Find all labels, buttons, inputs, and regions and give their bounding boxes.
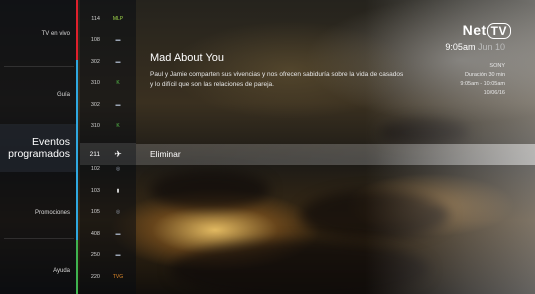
channel-row[interactable]: 108 ▬ [80,32,136,49]
channel-row[interactable]: 220 TVG [80,268,136,285]
channel-number: 108 [90,37,100,43]
menu-item-promociones[interactable]: Promociones [0,204,78,222]
k-logo-icon: K [116,80,120,86]
channel-row[interactable]: 310 K [80,118,136,135]
program-duration: Duración 30 min [464,72,505,78]
channel-number: 408 [90,230,100,237]
clock: 9:05am Jun 10 [445,42,505,52]
channel-row[interactable]: 102 ◎ [80,161,136,178]
nettv-logo: Net TV [462,22,511,39]
brand-suffix: TV [486,23,511,39]
menu-item-tv-en-vivo[interactable]: TV en vivo [0,25,78,43]
menu-item-label: TV en vivo [41,31,70,37]
program-time-range: 9:05am - 10:05am [460,81,505,87]
channel-logo-icon: ▬ [115,230,121,237]
clock-time: 9:05am [445,42,476,52]
channel-number: 102 [90,166,100,172]
channel-logo-icon: ▬ [115,58,121,65]
stripe-red [76,0,78,60]
stripe-green [76,240,78,294]
eliminar-label: Eliminar [150,149,181,159]
menu-item-eventos-programados[interactable]: Eventos programados [0,124,78,172]
circle-logo-icon: ◎ [115,209,121,215]
program-date: 10/06/16 [483,90,505,96]
channel-row[interactable]: 103 ▮ [80,182,136,199]
k-logo-icon: K [116,123,120,129]
side-menu: TV en vivo Guía Eventos programados Prom… [0,0,78,294]
channel-number: 211 [89,150,100,158]
menu-divider [4,66,74,67]
channel-logo-icon: ▬ [115,37,121,43]
clock-date: Jun 10 [477,42,505,52]
channel-number: 310 [90,123,100,129]
program-network: SONY [489,63,505,69]
channel-row[interactable]: 114 MLP [80,10,136,27]
stripe-blue [76,60,78,240]
program-description: Paul y Jamie comparten sus vivencias y n… [150,71,404,88]
channel-number: 310 [90,80,100,86]
menu-item-guia[interactable]: Guía [0,86,78,104]
menu-divider [4,238,74,239]
tv-screen: TV en vivo Guía Eventos programados Prom… [0,0,535,294]
channel-number: 105 [90,209,100,215]
menu-item-label: Promociones [34,210,70,216]
channel-row[interactable]: 250 ▬ [80,247,136,264]
channel-row[interactable]: 302 ▬ [80,96,136,113]
program-title: Mad About You [150,52,225,64]
channel-logo-icon: ▬ [115,252,121,258]
bars-logo-icon: ▮ [116,187,120,194]
channel-row[interactable]: 302 ▬ [80,53,136,70]
channel-number: 302 [90,58,100,65]
channel-row[interactable]: 105 ◎ [80,204,136,221]
menu-item-label: Eventos programados [8,136,70,160]
circle-logo-icon: ◎ [115,166,121,172]
program-meta: SONY Duración 30 min 9:05am - 10:05am 10… [460,62,505,98]
menu-item-ayuda[interactable]: Ayuda [0,262,78,280]
channel-row[interactable]: 310 K [80,75,136,92]
channel-number: 103 [90,187,100,194]
channel-logo-icon: ▬ [115,101,121,108]
mlp-logo-icon: MLP [112,15,124,22]
tvg-logo-icon: TVG [112,273,124,280]
channel-number: 220 [90,273,100,280]
menu-item-label: Ayuda [53,268,70,274]
channel-number: 302 [90,101,100,108]
channel-number: 250 [90,252,100,258]
channel-number: 114 [91,15,100,22]
channel-list: 114 MLP 108 ▬ 302 ▬ 310 K 302 ▬ 310 K 211 ✈ 102 ◎ 103 ▮ 10… [80,0,136,294]
brand-name: Net [462,22,487,38]
menu-item-label: Guía [56,92,70,98]
eliminar-button[interactable]: Eliminar [136,144,535,165]
plane-logo-icon: ✈ [114,148,122,159]
channel-row[interactable]: 408 ▬ [80,225,136,242]
